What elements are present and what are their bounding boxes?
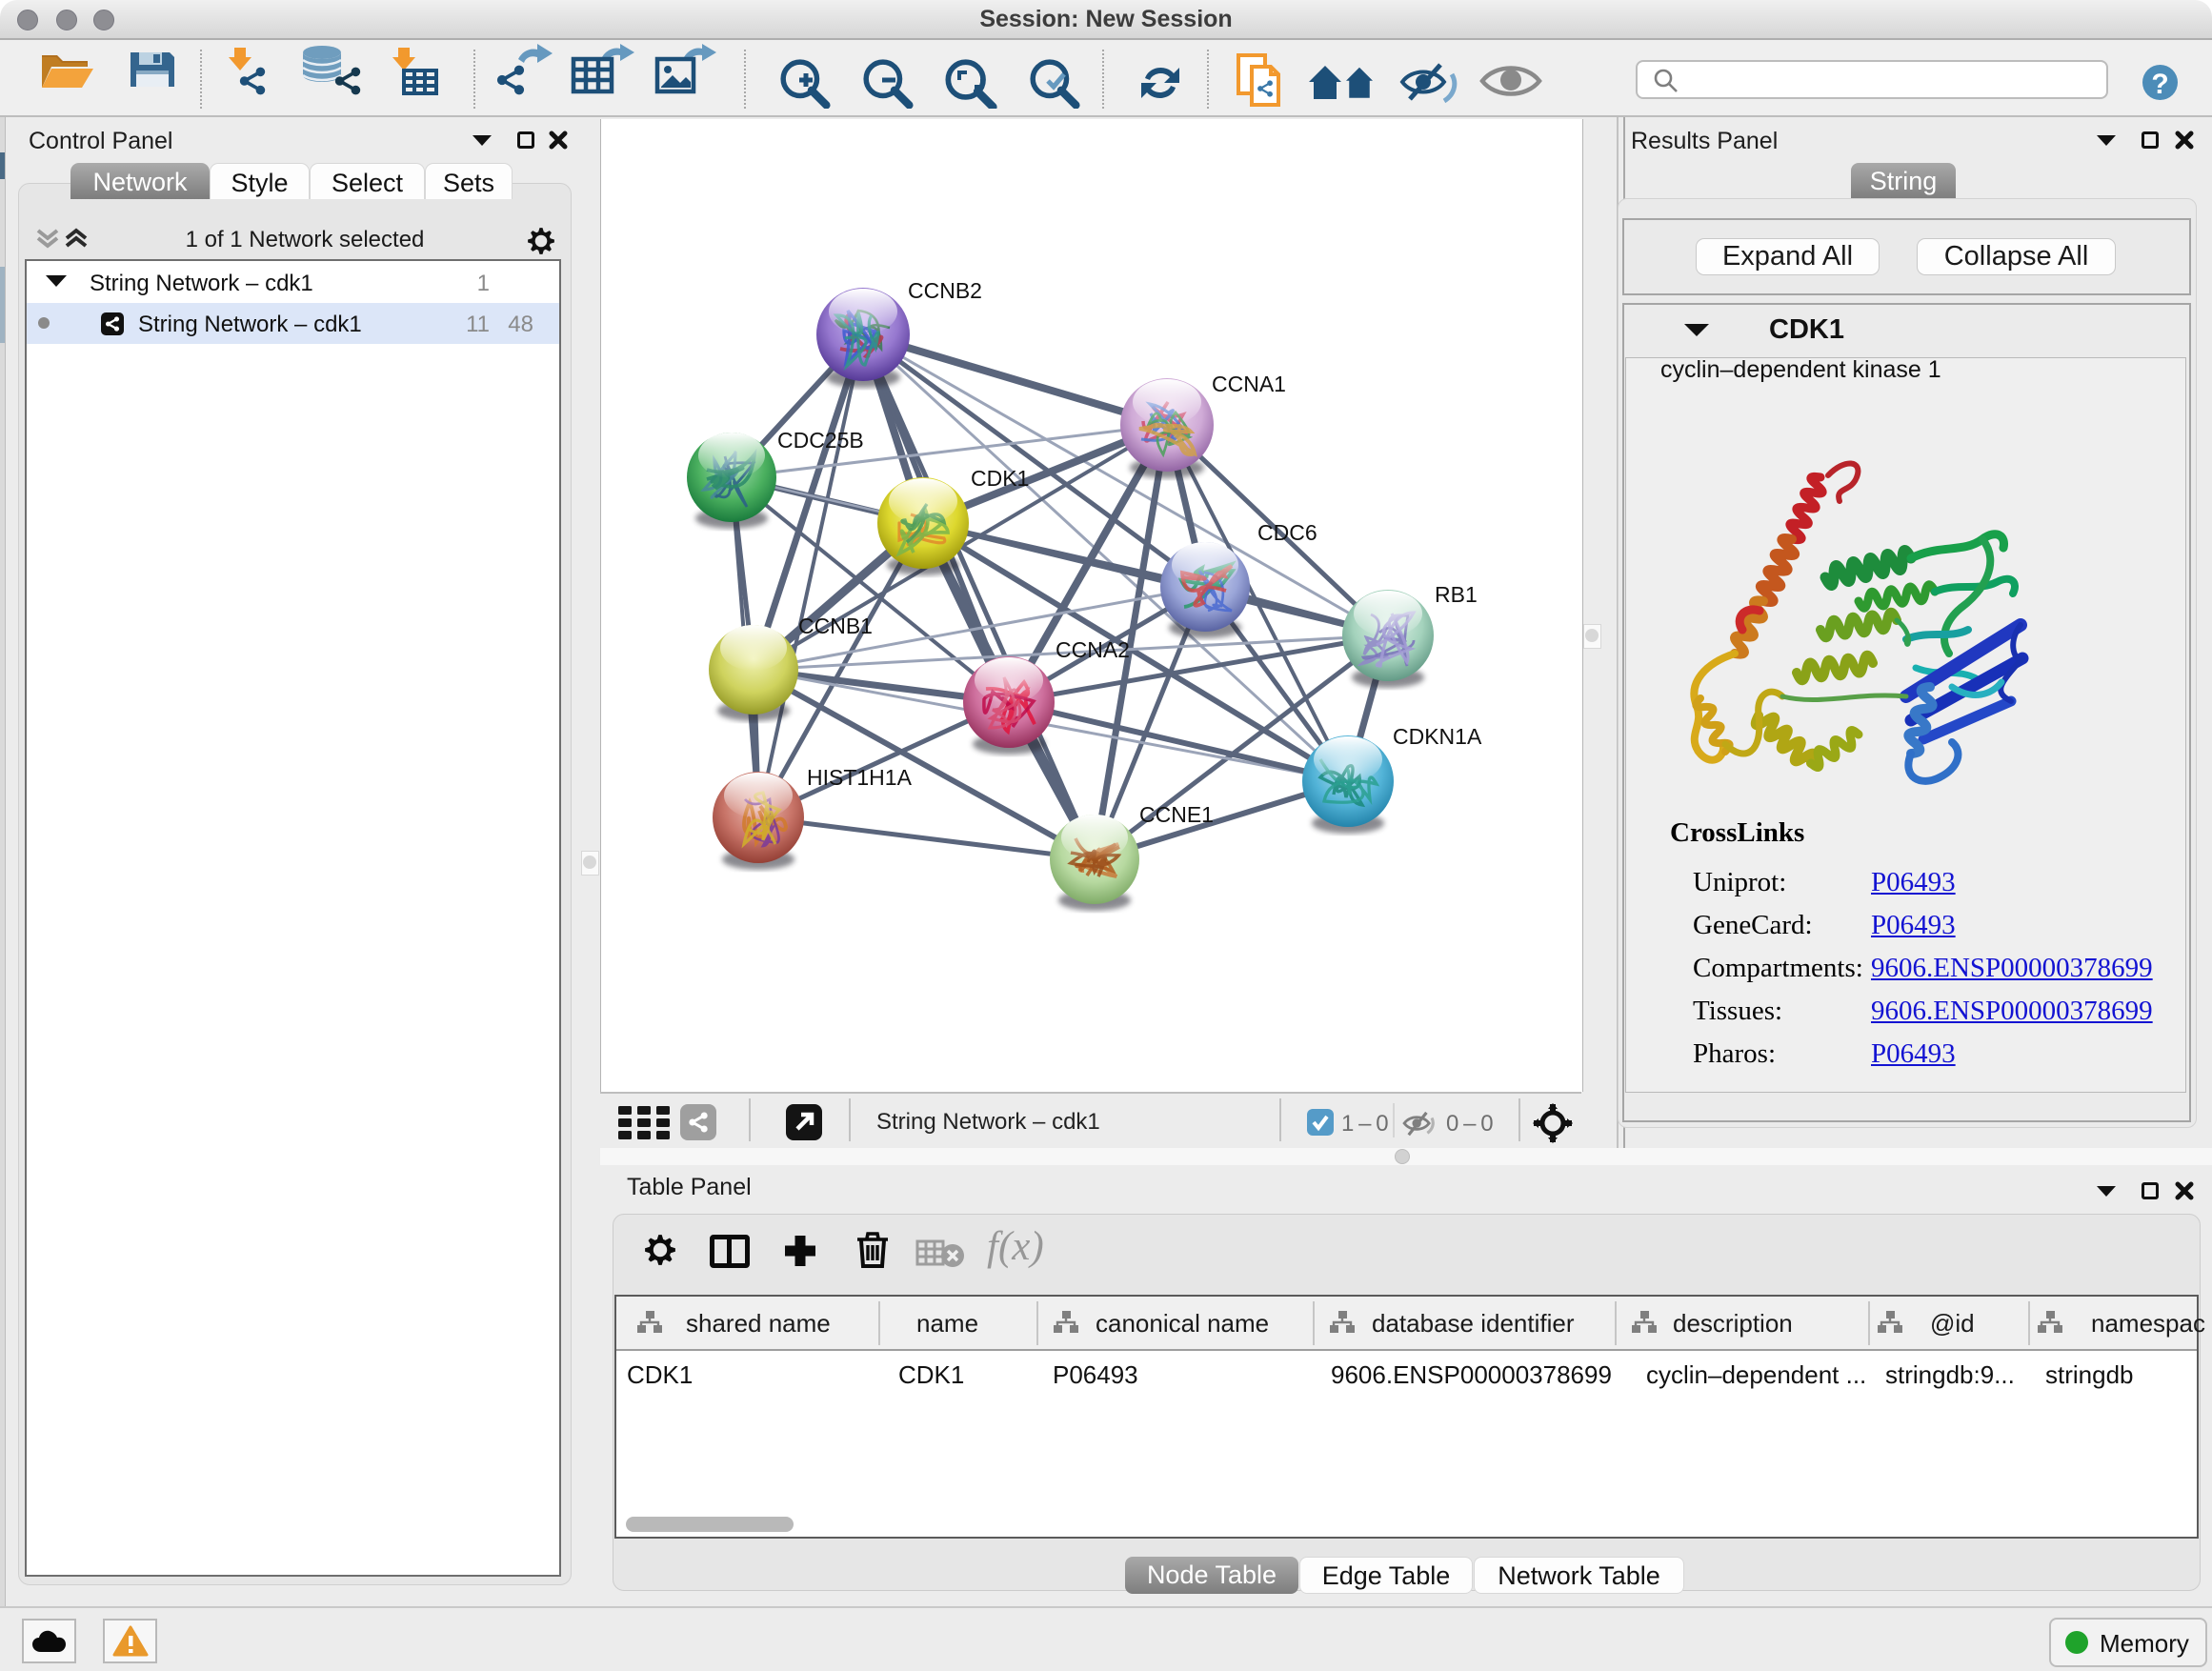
svg-text:CDK1: CDK1 xyxy=(971,466,1029,491)
svg-text:CCNA1: CCNA1 xyxy=(1212,372,1286,396)
svg-text:RB1: RB1 xyxy=(1435,582,1478,607)
svg-text:CCNA2: CCNA2 xyxy=(1056,637,1130,662)
svg-text:CDC25B: CDC25B xyxy=(777,428,864,453)
svg-text:HIST1H1A: HIST1H1A xyxy=(807,765,913,790)
svg-text:CDKN1A: CDKN1A xyxy=(1393,724,1482,749)
svg-text:CCNE1: CCNE1 xyxy=(1139,802,1214,827)
svg-text:CCNB2: CCNB2 xyxy=(908,278,982,303)
svg-text:CDC6: CDC6 xyxy=(1257,520,1317,545)
svg-text:CCNB1: CCNB1 xyxy=(798,614,873,638)
